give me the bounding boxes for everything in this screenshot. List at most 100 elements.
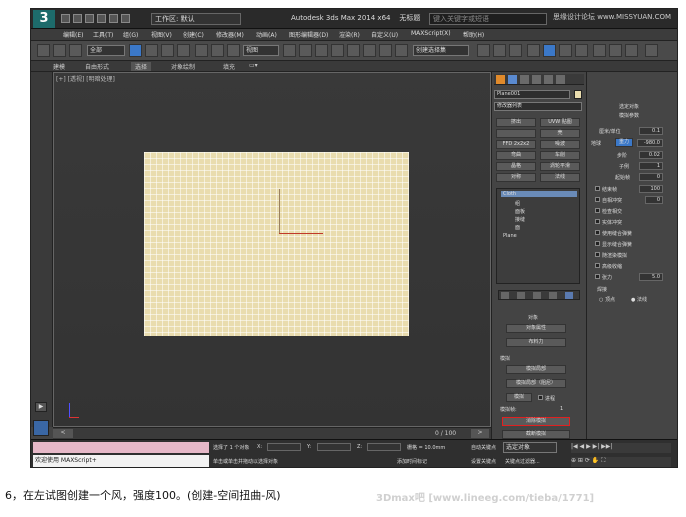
normal-radio[interactable]: ● 法线 (631, 296, 647, 303)
move-icon[interactable] (195, 44, 208, 57)
menu-maxscript[interactable]: MAXScript(X) (411, 30, 451, 37)
btn-turbosmooth[interactable]: 涡轮平滑 (540, 162, 580, 171)
progress-checkbox[interactable]: 进程 (538, 395, 555, 402)
link-icon[interactable] (37, 44, 50, 57)
sim-params-title[interactable]: 模拟参数 (619, 112, 639, 119)
material-editor-icon[interactable] (575, 44, 588, 57)
simulate-local-button[interactable]: 模拟局部 (506, 365, 566, 374)
show-end-result-icon[interactable] (517, 292, 525, 299)
unlink-icon[interactable] (53, 44, 66, 57)
utilities-tab-icon[interactable] (556, 75, 565, 84)
check-intersect-check-icon[interactable] (595, 208, 600, 213)
key-mode-dropdown[interactable]: 选定对象 (503, 442, 557, 453)
named-selection-dropdown[interactable]: 创建选择集 (413, 45, 469, 56)
render-iterative-icon[interactable] (645, 44, 658, 57)
menu-tools[interactable]: 工具(T) (93, 30, 113, 39)
cloth-plane[interactable] (144, 152, 409, 336)
remove-modifier-icon[interactable] (549, 292, 557, 299)
modify-tab-icon[interactable] (508, 75, 517, 84)
simulate-button[interactable]: 模拟 (506, 393, 532, 402)
erase-simulation-button[interactable]: 消除模拟 (502, 417, 570, 426)
save-file-icon[interactable] (85, 14, 94, 23)
btn-extrude[interactable]: 挤出 (496, 118, 536, 127)
project-icon[interactable] (121, 14, 130, 23)
time-prev-icon[interactable]: < (53, 429, 73, 438)
tab-modeling[interactable]: 建模 (53, 62, 65, 71)
snaps-icon[interactable] (331, 44, 344, 57)
btn-noise[interactable]: 噪波 (540, 140, 580, 149)
advanced-pinch-checkbox[interactable]: 高级收缩 (595, 263, 622, 270)
keyboard-shortcut-icon[interactable] (315, 44, 328, 57)
create-tab-icon[interactable] (496, 75, 505, 84)
simulate-local-damped-button[interactable]: 模拟局部（阻尼） (506, 379, 566, 388)
perspective-viewport[interactable]: [+] [透视] [明暗处理] (53, 72, 491, 427)
stack-item-seam[interactable]: 接缝 (515, 216, 525, 223)
schematic-view-icon[interactable] (559, 44, 572, 57)
btn-normal[interactable]: 法线 (540, 173, 580, 182)
ribbon-toggle-icon[interactable]: ▭▾ (249, 62, 258, 69)
vertex-radio[interactable]: ○ 顶点 (599, 296, 615, 303)
menu-graph-editors[interactable]: 图形编辑器(D) (289, 30, 328, 39)
viewport-nav-controls[interactable]: ⊕ ⊞ ⟳ ✋ ⛶ (571, 457, 671, 467)
solid-collision-checkbox[interactable]: 实体冲突 (595, 219, 622, 226)
use-sewing-checkbox[interactable]: 使用缝合弹簧 (595, 230, 632, 237)
btn-lathe[interactable]: 车削 (540, 151, 580, 160)
sim-render-checkbox[interactable]: 随渲染模拟 (595, 252, 627, 259)
menu-edit[interactable]: 编辑(E) (63, 30, 83, 39)
menu-customize[interactable]: 自定义(U) (371, 30, 398, 39)
stack-item-cloth[interactable]: Cloth (501, 191, 577, 197)
y-coord-field[interactable] (317, 443, 351, 451)
open-file-icon[interactable] (73, 14, 82, 23)
self-collision-spinner[interactable]: 0 (645, 196, 663, 204)
stack-item-face[interactable]: 面 (515, 224, 520, 231)
percent-snap-icon[interactable] (363, 44, 376, 57)
truncate-simulation-button[interactable]: 截断模拟 (502, 430, 570, 439)
stack-item-panel[interactable]: 面板 (515, 208, 525, 215)
btn-shell[interactable]: 壳 (540, 129, 580, 138)
app-logo[interactable]: 3 (33, 10, 55, 28)
tab-populate[interactable]: 填充 (223, 62, 235, 71)
time-next-icon[interactable]: > (471, 429, 489, 438)
advanced-pinch-check-icon[interactable] (595, 263, 600, 268)
rect-selection-icon[interactable] (161, 44, 174, 57)
new-file-icon[interactable] (61, 14, 70, 23)
maxscript-listener-line1[interactable] (33, 442, 209, 453)
tension-check-icon[interactable] (595, 274, 600, 279)
selection-filter-dropdown[interactable]: 全部 (87, 45, 125, 56)
solid-collision-check-icon[interactable] (595, 219, 600, 224)
stack-item-plane[interactable]: Plane (503, 233, 517, 239)
scale-icon[interactable] (227, 44, 240, 57)
earth-button[interactable]: 地球 (591, 140, 601, 147)
modifier-list-dropdown[interactable]: 修改器列表 (494, 102, 582, 111)
layer-manager-icon[interactable] (509, 44, 522, 57)
rotate-icon[interactable] (211, 44, 224, 57)
auto-key-button[interactable]: 自动关键点 (471, 444, 496, 451)
tab-object-paint[interactable]: 对象绘制 (171, 62, 195, 71)
show-sewing-check-icon[interactable] (595, 241, 600, 246)
end-frame-checkbox[interactable]: 结束帧 (595, 186, 617, 193)
object-color-swatch[interactable] (574, 90, 582, 99)
cloth-forces-button[interactable]: 布料力 (506, 338, 566, 347)
tab-freeform[interactable]: 自由形式 (85, 62, 109, 71)
end-frame-check-icon[interactable] (595, 186, 600, 191)
start-frame-spinner[interactable]: 0 (639, 173, 663, 181)
bind-spacewarp-icon[interactable] (69, 44, 82, 57)
ref-coord-dropdown[interactable]: 视图 (243, 45, 279, 56)
menu-group[interactable]: 组(G) (123, 30, 138, 39)
pivot-icon[interactable] (283, 44, 296, 57)
object-properties-button[interactable]: 对象属性 (506, 324, 566, 333)
play-script-icon[interactable]: ▶ (35, 402, 47, 412)
maxscript-listener-line2[interactable]: 欢迎使用 MAXScript+ (33, 455, 209, 467)
stack-item-group[interactable]: 组 (515, 200, 520, 207)
render-production-icon[interactable] (625, 44, 638, 57)
menu-help[interactable]: 帮助(H) (463, 30, 484, 39)
render-setup-icon[interactable] (593, 44, 606, 57)
time-slider[interactable]: < 0 / 100 > (53, 427, 491, 439)
check-intersect-checkbox[interactable]: 检查相交 (595, 208, 622, 215)
step-spinner[interactable]: 0.02 (639, 151, 663, 159)
select-by-name-icon[interactable] (145, 44, 158, 57)
make-unique-icon[interactable] (533, 292, 541, 299)
angle-snap-icon[interactable] (347, 44, 360, 57)
cm-unit-spinner[interactable]: 0.1 (639, 127, 663, 135)
btn-lattice[interactable]: 晶格 (496, 162, 536, 171)
